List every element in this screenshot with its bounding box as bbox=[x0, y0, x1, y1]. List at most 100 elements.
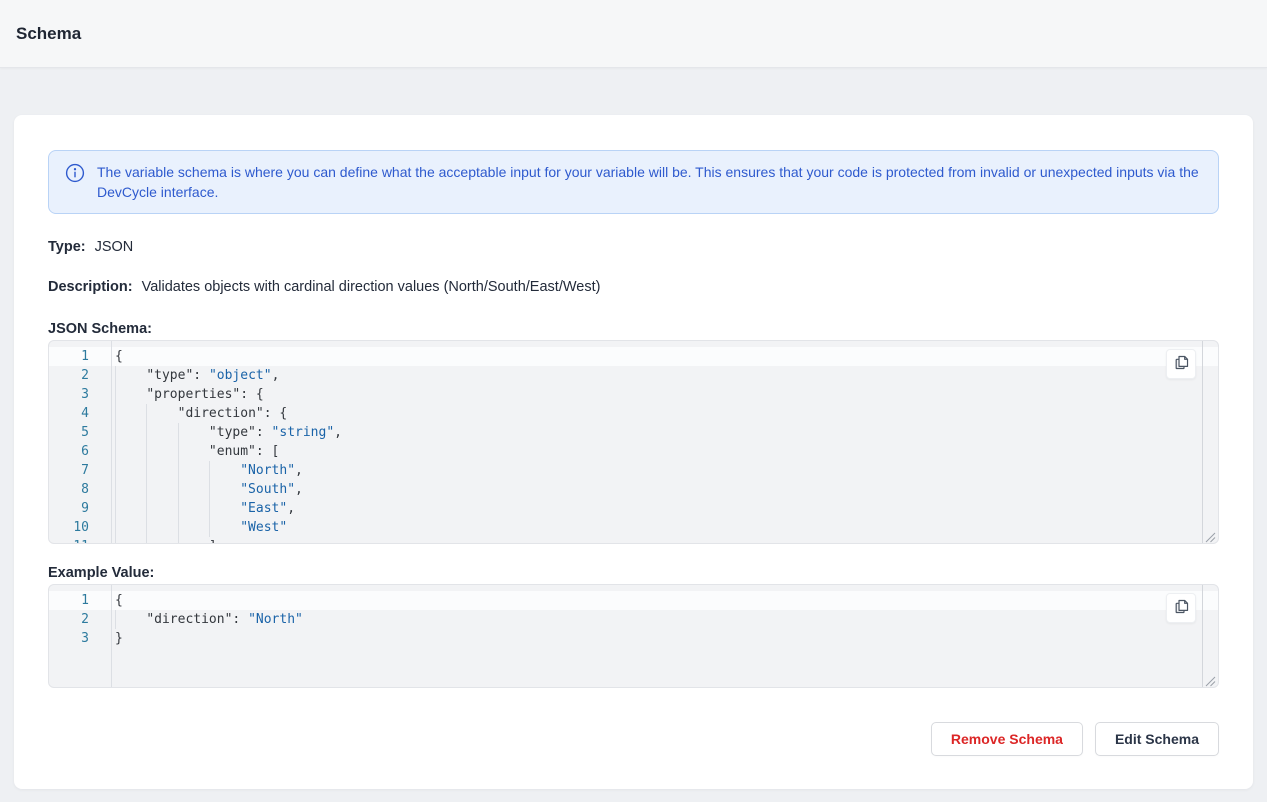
action-buttons: Remove Schema Edit Schema bbox=[48, 722, 1219, 756]
code-text: { bbox=[111, 591, 1218, 610]
scrollbar-track[interactable] bbox=[1202, 585, 1203, 687]
indent-guide bbox=[115, 480, 116, 499]
code-text: "North", bbox=[111, 461, 1218, 480]
indent-guide bbox=[115, 423, 116, 442]
line-number: 2 bbox=[49, 366, 111, 385]
code-text: ] bbox=[111, 537, 1218, 544]
line-number: 4 bbox=[49, 404, 111, 423]
code-text: "type": "string", bbox=[111, 423, 1218, 442]
code-line: 10 "West" bbox=[49, 518, 1218, 537]
line-number: 1 bbox=[49, 347, 111, 366]
info-alert-text: The variable schema is where you can def… bbox=[97, 162, 1202, 202]
indent-guide bbox=[178, 518, 179, 537]
indent-guide bbox=[115, 499, 116, 518]
scrollbar-track[interactable] bbox=[1202, 341, 1203, 543]
line-number: 11 bbox=[49, 537, 111, 544]
type-row: Type: JSON bbox=[48, 238, 1219, 256]
indent-guide bbox=[178, 442, 179, 461]
indent-guide bbox=[146, 499, 147, 518]
page-header: Schema bbox=[0, 0, 1267, 68]
schema-card: The variable schema is where you can def… bbox=[14, 115, 1253, 789]
code-text: "East", bbox=[111, 499, 1218, 518]
indent-guide bbox=[209, 499, 210, 518]
code-line: 8 "South", bbox=[49, 480, 1218, 499]
copy-icon bbox=[1173, 598, 1190, 618]
code-text: "West" bbox=[111, 518, 1218, 537]
description-row: Description: Validates objects with cardi… bbox=[48, 278, 1219, 296]
line-number: 9 bbox=[49, 499, 111, 518]
code-line: 2 "type": "object", bbox=[49, 366, 1218, 385]
example-value-editor[interactable]: 1{2 "direction": "North"3} bbox=[48, 584, 1219, 688]
code-text: "direction": "North" bbox=[111, 610, 1218, 629]
code-line: 3 "properties": { bbox=[49, 385, 1218, 404]
code-text: "South", bbox=[111, 480, 1218, 499]
code-text: "direction": { bbox=[111, 404, 1218, 423]
copy-button[interactable] bbox=[1166, 349, 1196, 379]
info-circle-icon bbox=[65, 163, 85, 188]
indent-guide bbox=[146, 518, 147, 537]
line-number: 3 bbox=[49, 629, 111, 648]
indent-guide bbox=[146, 461, 147, 480]
code-line: 4 "direction": { bbox=[49, 404, 1218, 423]
indent-guide bbox=[146, 423, 147, 442]
code-line: 6 "enum": [ bbox=[49, 442, 1218, 461]
code-line: 3} bbox=[49, 629, 1218, 648]
gutter-divider bbox=[111, 341, 112, 543]
indent-guide bbox=[146, 480, 147, 499]
code-line: 11 ] bbox=[49, 537, 1218, 544]
resize-handle[interactable] bbox=[1205, 530, 1216, 541]
indent-guide bbox=[115, 385, 116, 404]
indent-guide bbox=[115, 366, 116, 385]
indent-guide bbox=[115, 518, 116, 537]
description-label: Description: bbox=[48, 279, 133, 295]
line-number: 2 bbox=[49, 610, 111, 629]
edit-schema-button[interactable]: Edit Schema bbox=[1095, 722, 1219, 756]
code-line: 1{ bbox=[49, 347, 1218, 366]
code-line: 9 "East", bbox=[49, 499, 1218, 518]
resize-handle[interactable] bbox=[1205, 674, 1216, 685]
line-number: 8 bbox=[49, 480, 111, 499]
indent-guide bbox=[209, 461, 210, 480]
indent-guide bbox=[115, 537, 116, 544]
code-text: "type": "object", bbox=[111, 366, 1218, 385]
copy-icon bbox=[1173, 354, 1190, 374]
indent-guide bbox=[115, 461, 116, 480]
type-label: Type: bbox=[48, 239, 86, 255]
indent-guide bbox=[209, 518, 210, 537]
line-number: 5 bbox=[49, 423, 111, 442]
indent-guide bbox=[115, 442, 116, 461]
copy-button[interactable] bbox=[1166, 593, 1196, 623]
line-number: 3 bbox=[49, 385, 111, 404]
description-value: Validates objects with cardinal directio… bbox=[142, 279, 601, 295]
indent-guide bbox=[115, 404, 116, 423]
indent-guide bbox=[178, 461, 179, 480]
info-alert: The variable schema is where you can def… bbox=[48, 150, 1219, 214]
remove-schema-button[interactable]: Remove Schema bbox=[931, 722, 1083, 756]
indent-guide bbox=[178, 423, 179, 442]
indent-guide bbox=[209, 480, 210, 499]
indent-guide bbox=[178, 537, 179, 544]
code-text: "enum": [ bbox=[111, 442, 1218, 461]
line-number: 6 bbox=[49, 442, 111, 461]
json-schema-label: JSON Schema: bbox=[48, 320, 1219, 338]
type-value: JSON bbox=[95, 239, 134, 255]
indent-guide bbox=[146, 404, 147, 423]
code-line: 7 "North", bbox=[49, 461, 1218, 480]
gutter-divider bbox=[111, 585, 112, 687]
line-number: 7 bbox=[49, 461, 111, 480]
code-text: { bbox=[111, 347, 1218, 366]
code-line: 5 "type": "string", bbox=[49, 423, 1218, 442]
indent-guide bbox=[146, 442, 147, 461]
indent-guide bbox=[115, 610, 116, 629]
code-line: 1{ bbox=[49, 591, 1218, 610]
page-title: Schema bbox=[16, 24, 81, 44]
code-lines: 1{2 "type": "object",3 "properties": {4 … bbox=[49, 341, 1218, 544]
code-lines: 1{2 "direction": "North"3} bbox=[49, 585, 1218, 648]
example-value-label: Example Value: bbox=[48, 564, 1219, 582]
line-number: 10 bbox=[49, 518, 111, 537]
line-number: 1 bbox=[49, 591, 111, 610]
indent-guide bbox=[178, 480, 179, 499]
code-line: 2 "direction": "North" bbox=[49, 610, 1218, 629]
json-schema-editor[interactable]: 1{2 "type": "object",3 "properties": {4 … bbox=[48, 340, 1219, 544]
code-text: "properties": { bbox=[111, 385, 1218, 404]
